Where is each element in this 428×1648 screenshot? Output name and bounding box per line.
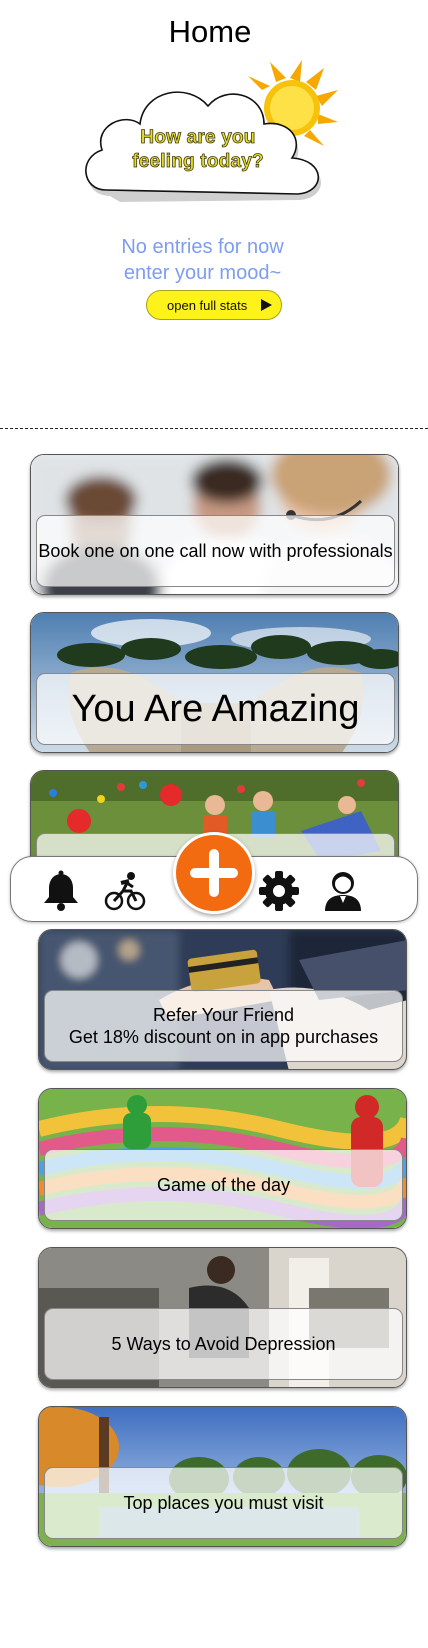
card-top-places-label: Top places you must visit xyxy=(44,1467,403,1539)
card-avoid-depression[interactable]: 5 Ways to Avoid Depression xyxy=(38,1247,407,1388)
card-book-call-label: Book one on one call now with profession… xyxy=(36,515,395,587)
card-you-are-amazing-label: You Are Amazing xyxy=(36,673,395,745)
play-arrow-icon xyxy=(261,299,272,311)
settings-gear-icon[interactable] xyxy=(257,869,301,913)
cyclist-icon[interactable] xyxy=(103,869,147,913)
open-full-stats-button[interactable]: open full stats xyxy=(146,290,282,320)
card-book-call[interactable]: Book one on one call now with profession… xyxy=(30,454,399,595)
refer-friend-title: Refer Your Friend xyxy=(152,1005,295,1025)
mood-question: How are you feeling today? xyxy=(132,127,264,173)
card-refer-friend-label: Refer Your Friend Get 18% discount on in… xyxy=(44,990,403,1062)
section-divider xyxy=(0,428,428,429)
empty-state-line-1: No entries for now xyxy=(121,236,284,258)
card-game-of-the-day-label: Game of the day xyxy=(44,1149,403,1221)
empty-state-line-2: enter your mood~ xyxy=(123,262,282,284)
open-full-stats-label: open full stats xyxy=(167,298,248,313)
add-entry-button[interactable] xyxy=(173,832,255,914)
refer-friend-subtitle: Get 18% discount on in app purchases xyxy=(68,1027,379,1047)
profile-icon[interactable] xyxy=(321,869,365,913)
card-avoid-depression-label: 5 Ways to Avoid Depression xyxy=(44,1308,403,1380)
empty-state-message: No entries for now enter your mood~ xyxy=(0,234,405,286)
card-you-are-amazing[interactable]: You Are Amazing xyxy=(30,612,399,753)
card-refer-friend[interactable]: Refer Your Friend Get 18% discount on in… xyxy=(38,929,407,1070)
card-game-of-the-day[interactable]: Game of the day xyxy=(38,1088,407,1229)
bell-icon[interactable] xyxy=(39,869,83,913)
page-title: Home xyxy=(168,14,252,49)
mood-prompt-cloud[interactable]: How are you feeling today? xyxy=(80,60,352,230)
card-top-places[interactable]: Top places you must visit xyxy=(38,1406,407,1547)
